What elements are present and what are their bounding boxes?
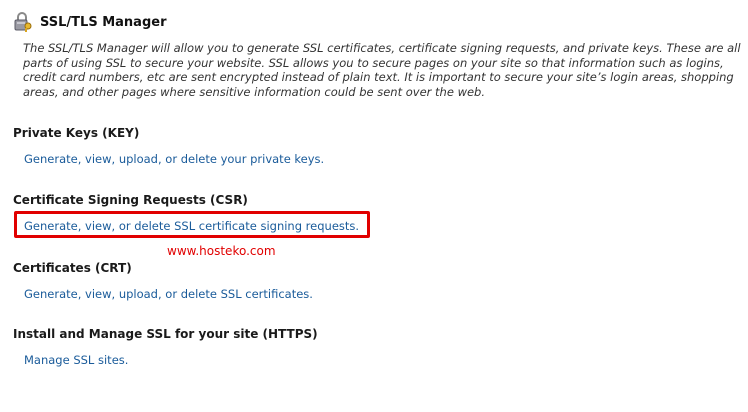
manage-ssl-sites-link[interactable]: Manage SSL sites.: [24, 353, 128, 367]
watermark: www.hosteko.com: [167, 244, 276, 258]
section-title-csr: Certificate Signing Requests (CSR): [13, 193, 248, 207]
private-keys-link[interactable]: Generate, view, upload, or delete your p…: [24, 152, 324, 166]
section-title-install-ssl: Install and Manage SSL for your site (HT…: [13, 327, 318, 341]
highlight-box: [14, 211, 370, 238]
section-title-private-keys: Private Keys (KEY): [13, 126, 140, 140]
certificates-link[interactable]: Generate, view, upload, or delete SSL ce…: [24, 287, 313, 301]
page-description: The SSL/TLS Manager will allow you to ge…: [23, 41, 741, 99]
page-header: SSL/TLS Manager: [12, 9, 166, 35]
lock-key-icon: [12, 11, 34, 33]
page-title: SSL/TLS Manager: [40, 14, 167, 30]
section-title-certificates: Certificates (CRT): [13, 261, 132, 275]
